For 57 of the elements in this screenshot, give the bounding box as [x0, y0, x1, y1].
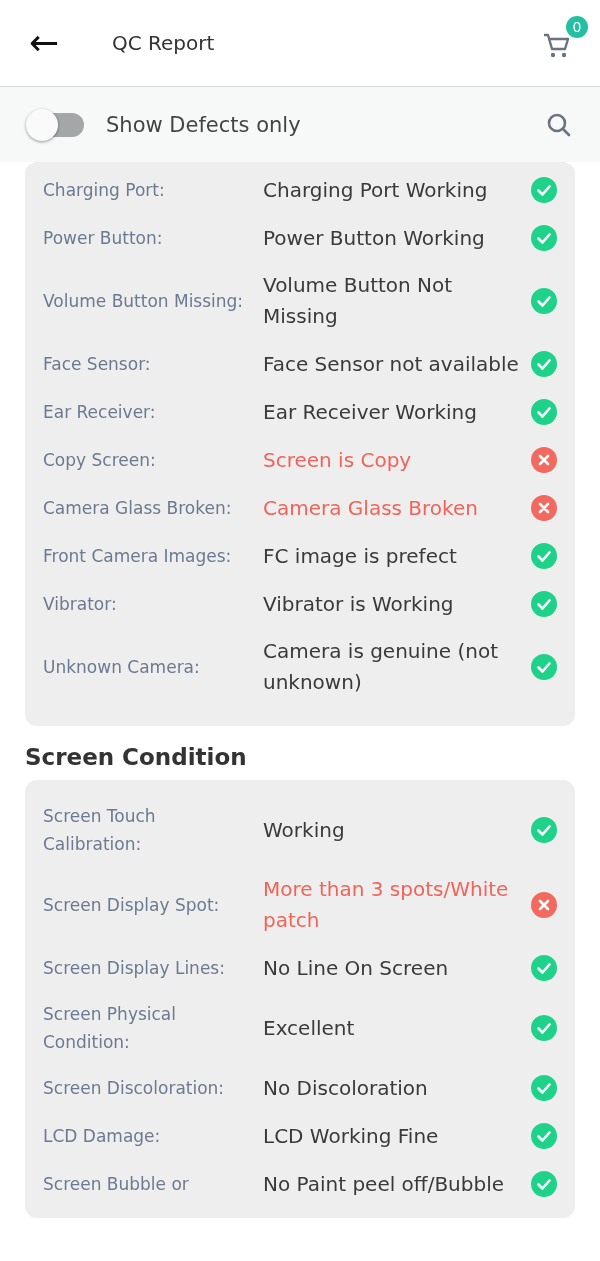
check-icon — [531, 1015, 557, 1041]
field-value: Power Button Working — [263, 224, 486, 252]
field-label: Volume Button Missing: — [43, 290, 245, 313]
field-label: Camera Glass Broken: — [43, 497, 233, 520]
field-value: Vibrator is Working — [263, 590, 455, 618]
field-value: FC image is prefect — [263, 542, 458, 570]
cross-icon — [531, 892, 557, 918]
check-icon — [531, 654, 557, 680]
check-icon — [531, 955, 557, 981]
field-value: Charging Port Working — [263, 176, 489, 204]
field-label: Power Button: — [43, 227, 164, 250]
field-value: Ear Receiver Working — [263, 398, 478, 426]
field-value: Camera is genuine (not unknown) — [263, 638, 499, 696]
field-value: Working — [263, 816, 346, 844]
check-icon — [531, 591, 557, 617]
check-icon — [531, 817, 557, 843]
field-label: Charging Port: — [43, 179, 166, 202]
field-label: Copy Screen: — [43, 449, 157, 472]
field-value: Excellent — [263, 1014, 356, 1042]
check-icon — [531, 543, 557, 569]
check-icon — [531, 288, 557, 314]
field-label: Ear Receiver: — [43, 401, 157, 424]
field-value: No Paint peel off/Bubble — [263, 1170, 506, 1198]
field-label: Screen Touch Calibration: — [43, 805, 157, 856]
field-value: No Discoloration — [263, 1074, 429, 1102]
cart-count-badge: 0 — [566, 16, 588, 38]
check-icon — [531, 399, 557, 425]
field-label: Face Sensor: — [43, 353, 152, 376]
field-value: Screen is Copy — [263, 446, 413, 474]
field-label: Screen Physical Condition: — [43, 1003, 177, 1054]
field-label: Front Camera Images: — [43, 545, 233, 568]
check-icon — [531, 1123, 557, 1149]
field-label: Screen Discoloration: — [43, 1077, 226, 1100]
field-value: Camera Glass Broken — [263, 494, 479, 522]
section-title: Screen Condition — [25, 744, 248, 770]
check-icon — [531, 177, 557, 203]
field-label: Vibrator: — [43, 593, 118, 616]
field-value: More than 3 spots/White patch — [263, 876, 510, 934]
back-button[interactable]: ← — [24, 25, 64, 61]
search-icon[interactable] — [546, 111, 572, 138]
field-value: LCD Working Fine — [263, 1122, 440, 1150]
field-label: LCD Damage: — [43, 1125, 162, 1148]
field-value: Volume Button Not Missing — [263, 272, 454, 330]
field-label: Screen Bubble or — [43, 1173, 190, 1196]
check-icon — [531, 225, 557, 251]
cross-icon — [531, 495, 557, 521]
field-label: Unknown Camera: — [43, 656, 201, 679]
page-title: QC Report — [112, 31, 216, 55]
field-value: Face Sensor not available — [263, 350, 520, 378]
check-icon — [531, 1171, 557, 1197]
check-icon — [531, 351, 557, 377]
filter-label: Show Defects only — [106, 112, 302, 137]
field-label: Screen Display Spot: — [43, 894, 221, 917]
cross-icon — [531, 447, 557, 473]
check-icon — [531, 1075, 557, 1101]
field-label: Screen Display Lines: — [43, 957, 226, 980]
field-value: No Line On Screen — [263, 954, 450, 982]
